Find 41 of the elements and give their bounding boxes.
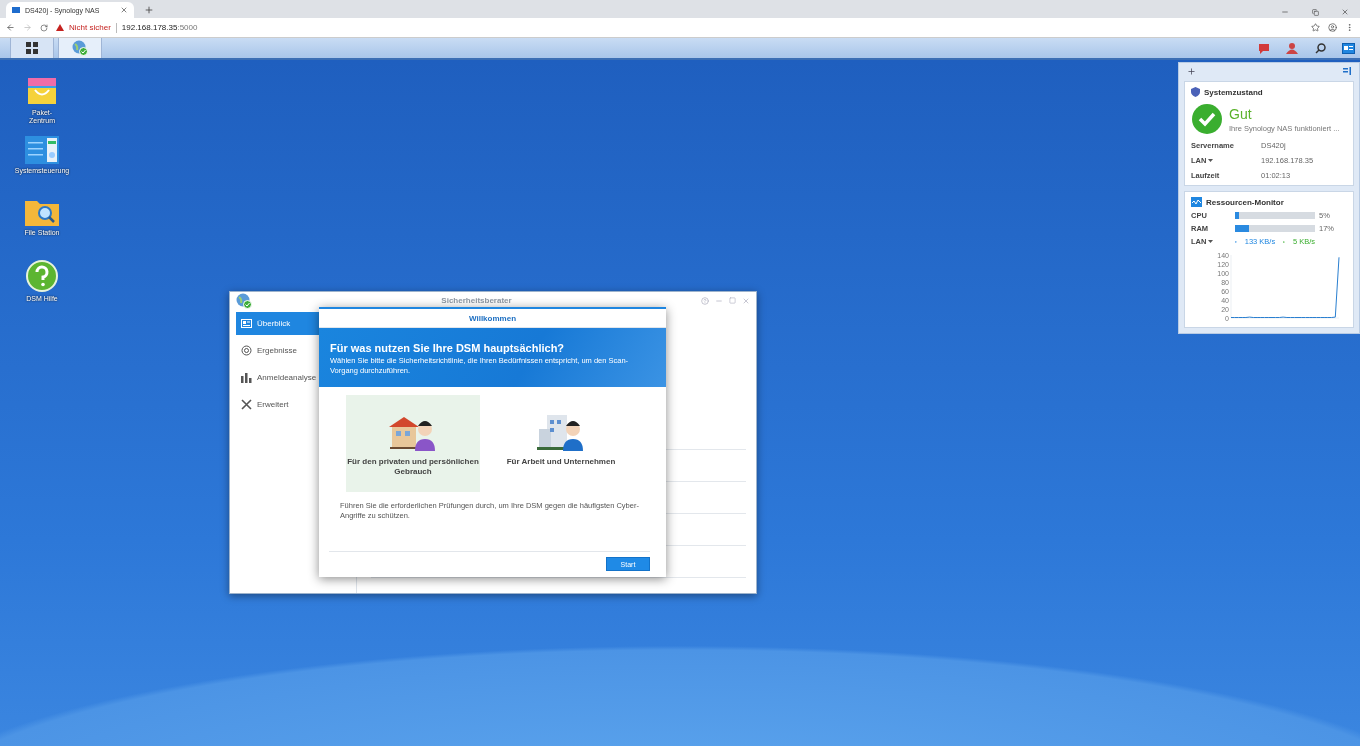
- minimize-icon[interactable]: [1281, 8, 1289, 16]
- id-card-icon: [241, 319, 252, 328]
- reload-icon[interactable]: [40, 23, 48, 32]
- caret-icon[interactable]: [1208, 240, 1214, 243]
- grid-icon: [26, 42, 38, 54]
- panel-collapse-icon[interactable]: [1343, 67, 1351, 75]
- usage-option[interactable]: Für den privaten und persönlichen Gebrauch: [346, 395, 480, 492]
- target-icon: [241, 345, 252, 356]
- check-circle-icon: [1191, 103, 1223, 135]
- globe-check-icon: [72, 40, 88, 56]
- menu-icon[interactable]: [1345, 23, 1354, 32]
- back-arrow-icon[interactable]: [6, 23, 15, 32]
- close-icon[interactable]: [120, 6, 128, 14]
- close-icon[interactable]: [1341, 8, 1349, 16]
- shield-icon: [1191, 87, 1200, 97]
- bar-chart-icon: [241, 372, 252, 383]
- taskbar-app-button[interactable]: [10, 38, 54, 58]
- dialog-title: Willkommen: [468, 313, 516, 323]
- option-label: Für Arbeit und Unternehmen: [506, 457, 616, 467]
- usage-option[interactable]: Für Arbeit und Unternehmen: [494, 395, 628, 492]
- address-bar[interactable]: Nicht sicher 192.168.178.35:5000: [56, 22, 1303, 33]
- warning-icon: [56, 24, 64, 31]
- url-text: 192.168.178.35:5000: [121, 23, 198, 32]
- profile-icon[interactable]: [1328, 23, 1337, 32]
- favicon-icon: [12, 7, 20, 13]
- add-icon[interactable]: [1187, 67, 1196, 76]
- caret-icon[interactable]: [1208, 159, 1214, 162]
- card-title: Systemzustand: [1204, 87, 1263, 97]
- restore-icon[interactable]: [1311, 9, 1319, 16]
- control-panel-icon: [25, 136, 59, 164]
- help-icon: [26, 260, 58, 292]
- new-tab-icon[interactable]: [144, 5, 154, 15]
- window-title: Sicherheitsberater: [440, 296, 513, 305]
- star-icon[interactable]: [1311, 23, 1320, 32]
- monitor-icon: [1191, 197, 1202, 207]
- security-warning: Nicht sicher: [69, 23, 111, 32]
- folder-magnifier-icon: [25, 198, 59, 226]
- status-text: Gut: [1229, 105, 1253, 122]
- card-title: Ressourcen-Monitor: [1206, 197, 1284, 207]
- option-label: Für den privaten und persönlichen Gebrauch: [346, 457, 480, 477]
- banner-heading: Für was nutzen Sie Ihre DSM hauptsächlich?: [330, 342, 566, 354]
